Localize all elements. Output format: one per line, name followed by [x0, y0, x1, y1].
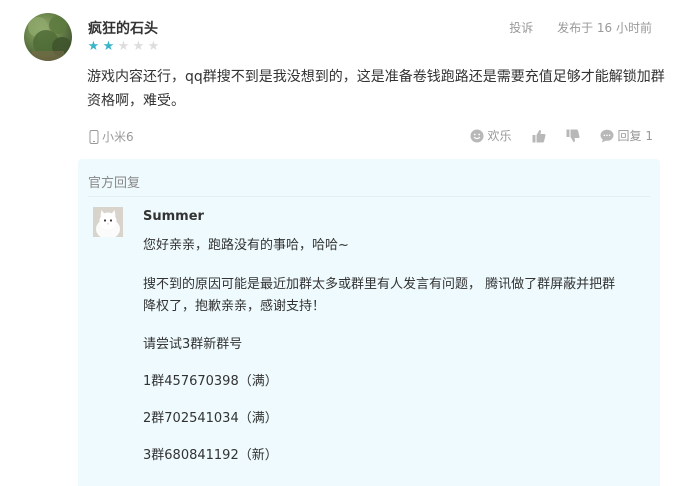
- reply-author: Summer: [143, 209, 204, 224]
- reply-line: 搜不到的原因可能是最近加群太多或群里有人发言有问题， 腾讯做了群屏蔽并把群: [143, 277, 616, 292]
- device-info: 小米6: [89, 128, 134, 145]
- star-empty-icon: ★: [117, 39, 130, 54]
- dislike-button[interactable]: [566, 129, 580, 143]
- review-actions: 欢乐 回复 1: [470, 127, 653, 144]
- reply-count: 回复 1: [617, 129, 653, 143]
- review-text: 游戏内容还行，qq群搜不到是我没想到的，这是准备卷钱跑路还是需要充值足够才能解锁…: [87, 69, 665, 109]
- star-empty-icon: ★: [147, 39, 160, 54]
- review-card: 疯狂的石头 ★ ★ ★ ★ ★ 投诉 发布于 16 小时前 游戏内容还行，qq群搜不到是…: [0, 0, 684, 486]
- thumbs-down-icon: [566, 129, 580, 142]
- reply-line: 您好亲亲，跑路没有的事哈，哈哈~: [143, 238, 349, 253]
- user-avatar-image: [28, 16, 72, 61]
- report-link[interactable]: 投诉: [509, 21, 533, 35]
- divider: [88, 196, 650, 197]
- smile-icon: [470, 129, 484, 142]
- username[interactable]: 疯狂的石头: [88, 18, 158, 38]
- reply-line: 3群680841192（新）: [143, 448, 278, 463]
- official-reply: 官方回复 Summer 您好亲亲，跑路没有的事哈，哈哈~ 搜不到的原因可能是最近…: [78, 159, 660, 486]
- post-timestamp: 发布于 16 小时前: [557, 21, 652, 35]
- funny-label: 欢乐: [487, 129, 512, 143]
- reply-line: 请尝试3群新群号: [143, 337, 243, 352]
- star-filled-icon: ★: [87, 39, 100, 54]
- device-name: 小米6: [102, 130, 134, 144]
- reply-line: 降权了，抱歉亲亲，感谢支持！: [143, 299, 326, 314]
- thumbs-up-icon: [532, 129, 546, 142]
- official-reply-title: 官方回复: [88, 176, 141, 191]
- funny-button[interactable]: 欢乐: [470, 127, 512, 144]
- user-avatar[interactable]: [24, 13, 72, 61]
- reply-line: 1群457670398（满）: [143, 374, 278, 389]
- reply-button[interactable]: 回复 1: [600, 127, 653, 144]
- reply-line: 2群702541034（满）: [143, 411, 278, 426]
- like-button[interactable]: [532, 129, 546, 143]
- reply-avatar: [93, 207, 123, 237]
- review-meta: 投诉 发布于 16 小时前: [509, 19, 652, 36]
- comment-icon: [600, 129, 614, 142]
- star-filled-icon: ★: [102, 39, 115, 54]
- white-cat-avatar-image: [93, 207, 123, 237]
- phone-icon: [89, 129, 99, 144]
- star-empty-icon: ★: [132, 39, 145, 54]
- star-rating: ★ ★ ★ ★ ★: [87, 40, 160, 54]
